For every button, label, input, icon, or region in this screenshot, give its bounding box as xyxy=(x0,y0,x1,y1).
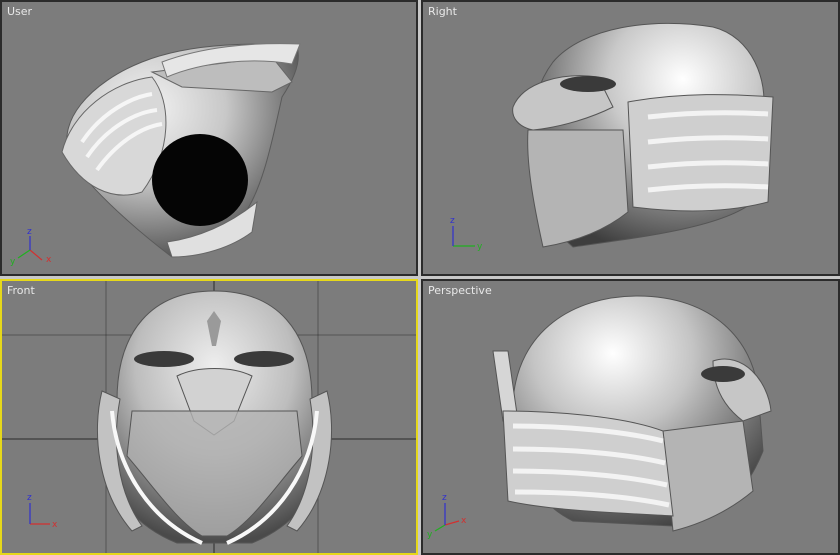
axis-tripod-right: y z xyxy=(450,216,483,252)
svg-text:y: y xyxy=(427,530,433,540)
svg-text:y: y xyxy=(477,242,483,252)
svg-text:x: x xyxy=(461,516,467,526)
svg-text:z: z xyxy=(27,227,32,237)
svg-text:z: z xyxy=(27,493,32,503)
axis-tripod-perspective: x y z xyxy=(427,493,467,540)
viewport-right[interactable]: Right y z xyxy=(421,0,840,276)
helmet-model-front: x z xyxy=(2,281,416,553)
viewport-perspective[interactable]: Perspective x y z xyxy=(421,279,840,555)
helmet-model-user: x y z xyxy=(10,43,301,267)
svg-text:y: y xyxy=(10,257,16,267)
viewport-user[interactable]: User x y z xyxy=(0,0,418,276)
axis-tripod-user: x y z xyxy=(10,227,52,267)
svg-text:z: z xyxy=(450,216,455,226)
axis-tripod-front: x z xyxy=(27,493,58,530)
helmet-model-perspective: x y z xyxy=(427,295,772,540)
viewport-front[interactable]: Front x z xyxy=(0,279,418,555)
svg-text:x: x xyxy=(52,520,58,530)
svg-text:z: z xyxy=(442,493,447,503)
helmet-model-right: y z xyxy=(450,22,774,252)
svg-text:x: x xyxy=(46,255,52,265)
